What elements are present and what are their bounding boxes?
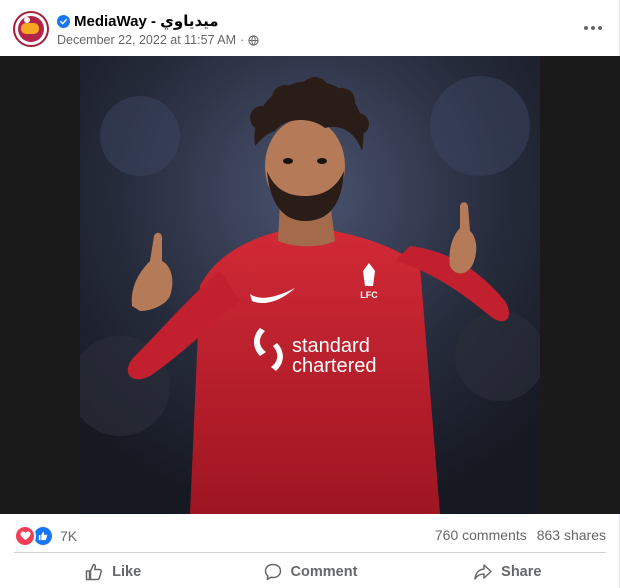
- post-actions: Like Comment Share: [14, 556, 606, 588]
- share-arrow-icon: [474, 564, 492, 580]
- comments-count-link[interactable]: 760 comments: [435, 527, 527, 543]
- sponsor-line-1: standard: [292, 335, 370, 357]
- post-timestamp[interactable]: December 22, 2022 at 11:57 AM: [57, 33, 236, 47]
- verified-badge-icon: [57, 14, 70, 28]
- post-stats: 7K 760 comments 863 shares: [0, 518, 620, 550]
- love-reaction-icon: [14, 525, 36, 547]
- post-card: MediaWay - ميدياوي December 22, 2022 at …: [0, 0, 620, 588]
- more-dots-icon: [584, 26, 588, 30]
- meta-separator: ·: [240, 33, 245, 47]
- player-photo[interactable]: LFC standard chartered: [80, 56, 540, 514]
- crest-text: LFC: [360, 290, 378, 300]
- comment-button[interactable]: Comment: [211, 556, 408, 588]
- more-options-button[interactable]: [580, 16, 606, 40]
- share-label: Share: [501, 564, 542, 580]
- comment-label: Comment: [290, 564, 358, 580]
- post-meta: December 22, 2022 at 11:57 AM ·: [57, 33, 259, 47]
- reaction-count[interactable]: 7K: [60, 528, 77, 544]
- thumbs-up-icon: [85, 563, 103, 581]
- shares-count-link[interactable]: 863 shares: [537, 527, 606, 543]
- like-label: Like: [112, 564, 142, 580]
- like-button[interactable]: Like: [14, 556, 211, 588]
- globe-icon[interactable]: [248, 34, 259, 46]
- reactions-summary[interactable]: 7K: [14, 525, 77, 547]
- post-header: MediaWay - ميدياوي December 22, 2022 at …: [0, 0, 620, 56]
- comment-bubble-icon: [264, 563, 281, 581]
- sponsor-line-2: chartered: [292, 355, 377, 377]
- actions-divider: [14, 552, 606, 553]
- page-name-link[interactable]: MediaWay - ميدياوي: [74, 12, 219, 30]
- post-media[interactable]: LFC standard chartered: [0, 56, 620, 514]
- player-illustration: LFC standard chartered: [80, 56, 540, 514]
- page-avatar[interactable]: [13, 11, 49, 47]
- engagement-counts: 760 comments 863 shares: [435, 527, 606, 543]
- share-button[interactable]: Share: [409, 556, 606, 588]
- page-name-row: MediaWay - ميدياوي: [57, 12, 219, 30]
